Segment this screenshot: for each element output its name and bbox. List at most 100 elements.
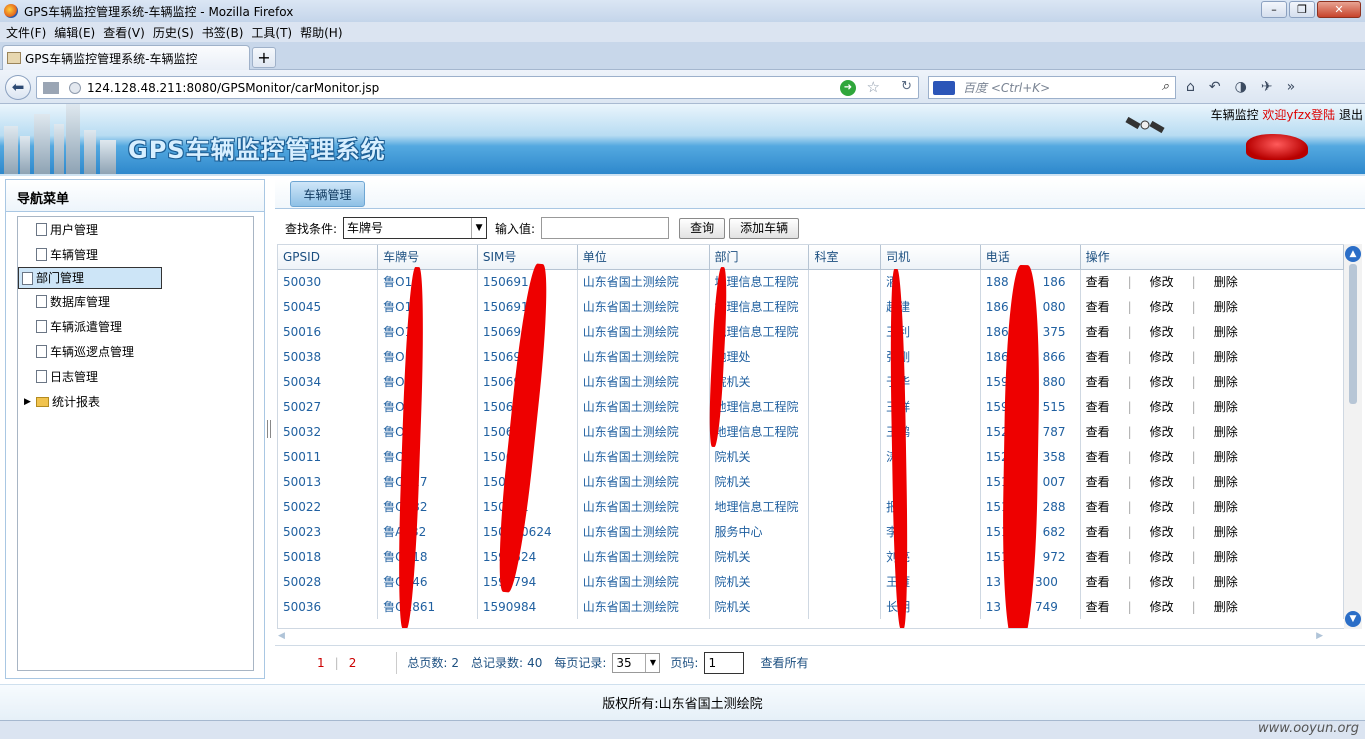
menu-file[interactable]: 文件(F) [2,24,50,41]
back-button[interactable]: ⬅ [5,75,31,100]
sidebar-item-patrol-management[interactable]: 车辆巡逻点管理 [18,339,253,364]
scroll-right-icon[interactable]: ▶ [1316,631,1323,641]
edit-link[interactable]: 修改 [1150,598,1174,615]
history-back-icon[interactable]: ↶ [1209,79,1221,95]
column-header-gpsid[interactable]: GPSID [278,245,379,270]
menu-help[interactable]: 帮助(H) [296,24,346,41]
scroll-up-icon[interactable]: ▲ [1345,246,1361,262]
bookmark-star-icon[interactable]: ☆ [867,78,880,96]
column-header-phone[interactable]: 电话 [980,245,1081,270]
per-page-select[interactable]: 35 ▼ [612,652,661,673]
new-tab-button[interactable]: + [252,47,276,68]
view-link[interactable]: 查看 [1086,598,1110,615]
edit-link[interactable]: 修改 [1150,548,1174,565]
minimize-button[interactable]: – [1261,1,1287,18]
edit-link[interactable]: 修改 [1150,323,1174,340]
edit-link[interactable]: 修改 [1150,448,1174,465]
delete-link[interactable]: 删除 [1214,298,1238,315]
delete-link[interactable]: 删除 [1214,573,1238,590]
menu-history[interactable]: 历史(S) [149,24,198,41]
page-number-input[interactable]: 1 [704,651,745,674]
edit-link[interactable]: 修改 [1150,473,1174,490]
delete-link[interactable]: 删除 [1214,348,1238,365]
panel-splitter-handle[interactable] [267,420,271,438]
view-link[interactable]: 查看 [1086,348,1110,365]
go-arrow-icon[interactable]: ➜ [840,80,856,96]
menu-bookmarks[interactable]: 书签(B) [198,24,248,41]
menu-overflow-icon[interactable]: » [1287,79,1296,95]
view-link[interactable]: 查看 [1086,398,1110,415]
url-bar[interactable]: 124.128.48.211:8080/GPSMonitor/carMonito… [36,76,919,99]
view-link[interactable]: 查看 [1086,448,1110,465]
column-header-actions[interactable]: 操作 [1080,245,1344,270]
view-all-link[interactable]: 查看所有 [760,654,808,671]
menu-view[interactable]: 查看(V) [99,24,149,41]
sidebar-item-vehicle-management[interactable]: 车辆管理 [18,242,253,267]
magnifier-icon[interactable]: ⌕ [1162,79,1169,94]
home-icon[interactable]: ⌂ [1186,79,1195,95]
delete-link[interactable]: 删除 [1214,373,1238,390]
query-field-select[interactable]: 车牌号 ▼ [343,217,488,239]
view-link[interactable]: 查看 [1086,373,1110,390]
sidebar-item-reports[interactable]: ▶ 统计报表 [18,389,253,414]
maximize-button[interactable]: ❐ [1289,1,1315,18]
table-horizontal-scrollbar[interactable]: ◀ ▶ [278,631,1343,643]
tools-icon[interactable]: ✈ [1261,79,1273,95]
browser-tab[interactable]: GPS车辆监控管理系统-车辆监控 [2,45,250,70]
sidebar-item-log-management[interactable]: 日志管理 [18,364,253,389]
delete-link[interactable]: 删除 [1214,423,1238,440]
view-link[interactable]: 查看 [1086,498,1110,515]
view-link[interactable]: 查看 [1086,298,1110,315]
edit-link[interactable]: 修改 [1150,523,1174,540]
edit-link[interactable]: 修改 [1150,498,1174,515]
logout-link[interactable]: 退出 [1339,108,1363,122]
column-header-sim[interactable]: SIM号 [477,245,578,270]
edit-link[interactable]: 修改 [1150,298,1174,315]
tab-vehicle-management[interactable]: 车辆管理 [290,181,365,207]
edit-link[interactable]: 修改 [1150,273,1174,290]
view-link[interactable]: 查看 [1086,273,1110,290]
delete-link[interactable]: 删除 [1214,323,1238,340]
view-link[interactable]: 查看 [1086,523,1110,540]
edit-link[interactable]: 修改 [1150,348,1174,365]
query-input[interactable] [541,217,670,239]
column-header-plate[interactable]: 车牌号 [377,245,478,270]
search-button[interactable]: 查询 [679,217,726,239]
delete-link[interactable]: 删除 [1214,273,1238,290]
close-window-button[interactable]: ✕ [1317,1,1361,18]
delete-link[interactable]: 删除 [1214,448,1238,465]
search-box[interactable]: 百度 <Ctrl+K> ⌕ [928,76,1176,99]
expand-arrow-icon[interactable]: ▶ [24,397,31,407]
edit-link[interactable]: 修改 [1150,423,1174,440]
delete-link[interactable]: 删除 [1214,473,1238,490]
search-engine-icon[interactable] [933,81,955,95]
scroll-thumb[interactable] [1349,264,1357,404]
view-link[interactable]: 查看 [1086,548,1110,565]
delete-link[interactable]: 删除 [1214,523,1238,540]
view-link[interactable]: 查看 [1086,473,1110,490]
delete-link[interactable]: 删除 [1214,548,1238,565]
column-header-unit[interactable]: 单位 [577,245,710,270]
page-link-1[interactable]: 1 [317,656,325,670]
view-link[interactable]: 查看 [1086,323,1110,340]
table-vertical-scrollbar[interactable]: ▲ ▼ [1344,244,1362,629]
column-header-section[interactable]: 科室 [808,245,882,270]
sidebar-item-department-management[interactable]: 部门管理 [18,267,162,289]
addon-icon[interactable]: ◑ [1235,79,1247,95]
column-header-driver[interactable]: 司机 [880,245,981,270]
scroll-left-icon[interactable]: ◀ [278,631,285,641]
view-link[interactable]: 查看 [1086,573,1110,590]
edit-link[interactable]: 修改 [1150,573,1174,590]
menu-edit[interactable]: 编辑(E) [50,24,99,41]
page-link-2[interactable]: 2 [349,656,357,670]
sidebar-item-database-management[interactable]: 数据库管理 [18,289,253,314]
menu-tools[interactable]: 工具(T) [247,24,296,41]
reload-icon[interactable]: ↻ [901,79,912,94]
chevron-down-icon[interactable]: ▼ [471,218,486,238]
sidebar-item-user-management[interactable]: 用户管理 [18,217,253,242]
header-monitor-link[interactable]: 车辆监控 [1211,108,1259,122]
edit-link[interactable]: 修改 [1150,398,1174,415]
add-vehicle-button[interactable]: 添加车辆 [729,217,800,239]
column-header-dept[interactable]: 部门 [709,245,810,270]
chevron-down-icon[interactable]: ▼ [645,653,659,672]
